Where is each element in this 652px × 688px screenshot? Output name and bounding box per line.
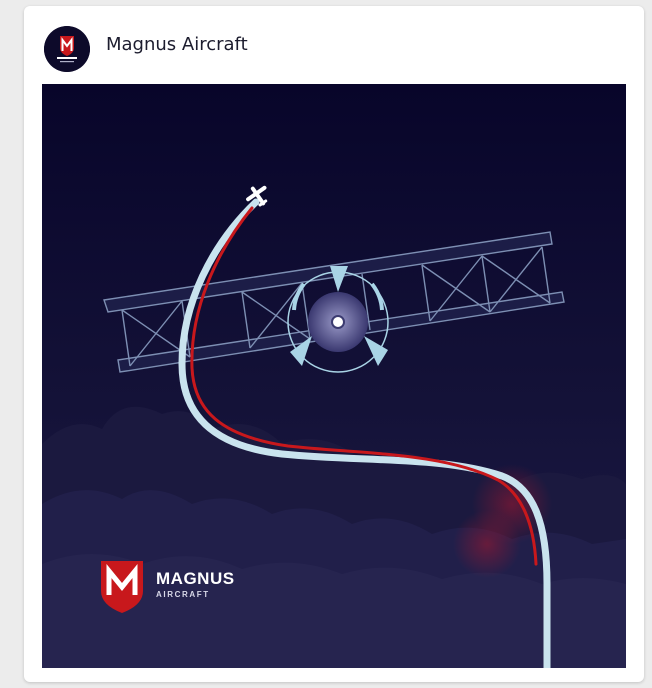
brand-subtitle: AIRCRAFT [156, 590, 210, 599]
post-card: Magnus Aircraft MAGNUS AIRCRAFT [24, 6, 644, 682]
brand-name: MAGNUS [156, 569, 235, 588]
magnus-shield-icon [101, 561, 143, 613]
post-header: Magnus Aircraft [24, 6, 644, 84]
brand-logo: MAGNUS AIRCRAFT [97, 557, 267, 615]
avatar[interactable] [44, 26, 90, 72]
magnus-logo-icon [44, 26, 90, 72]
account-name[interactable]: Magnus Aircraft [106, 34, 248, 55]
post-image[interactable]: MAGNUS AIRCRAFT [42, 84, 626, 668]
